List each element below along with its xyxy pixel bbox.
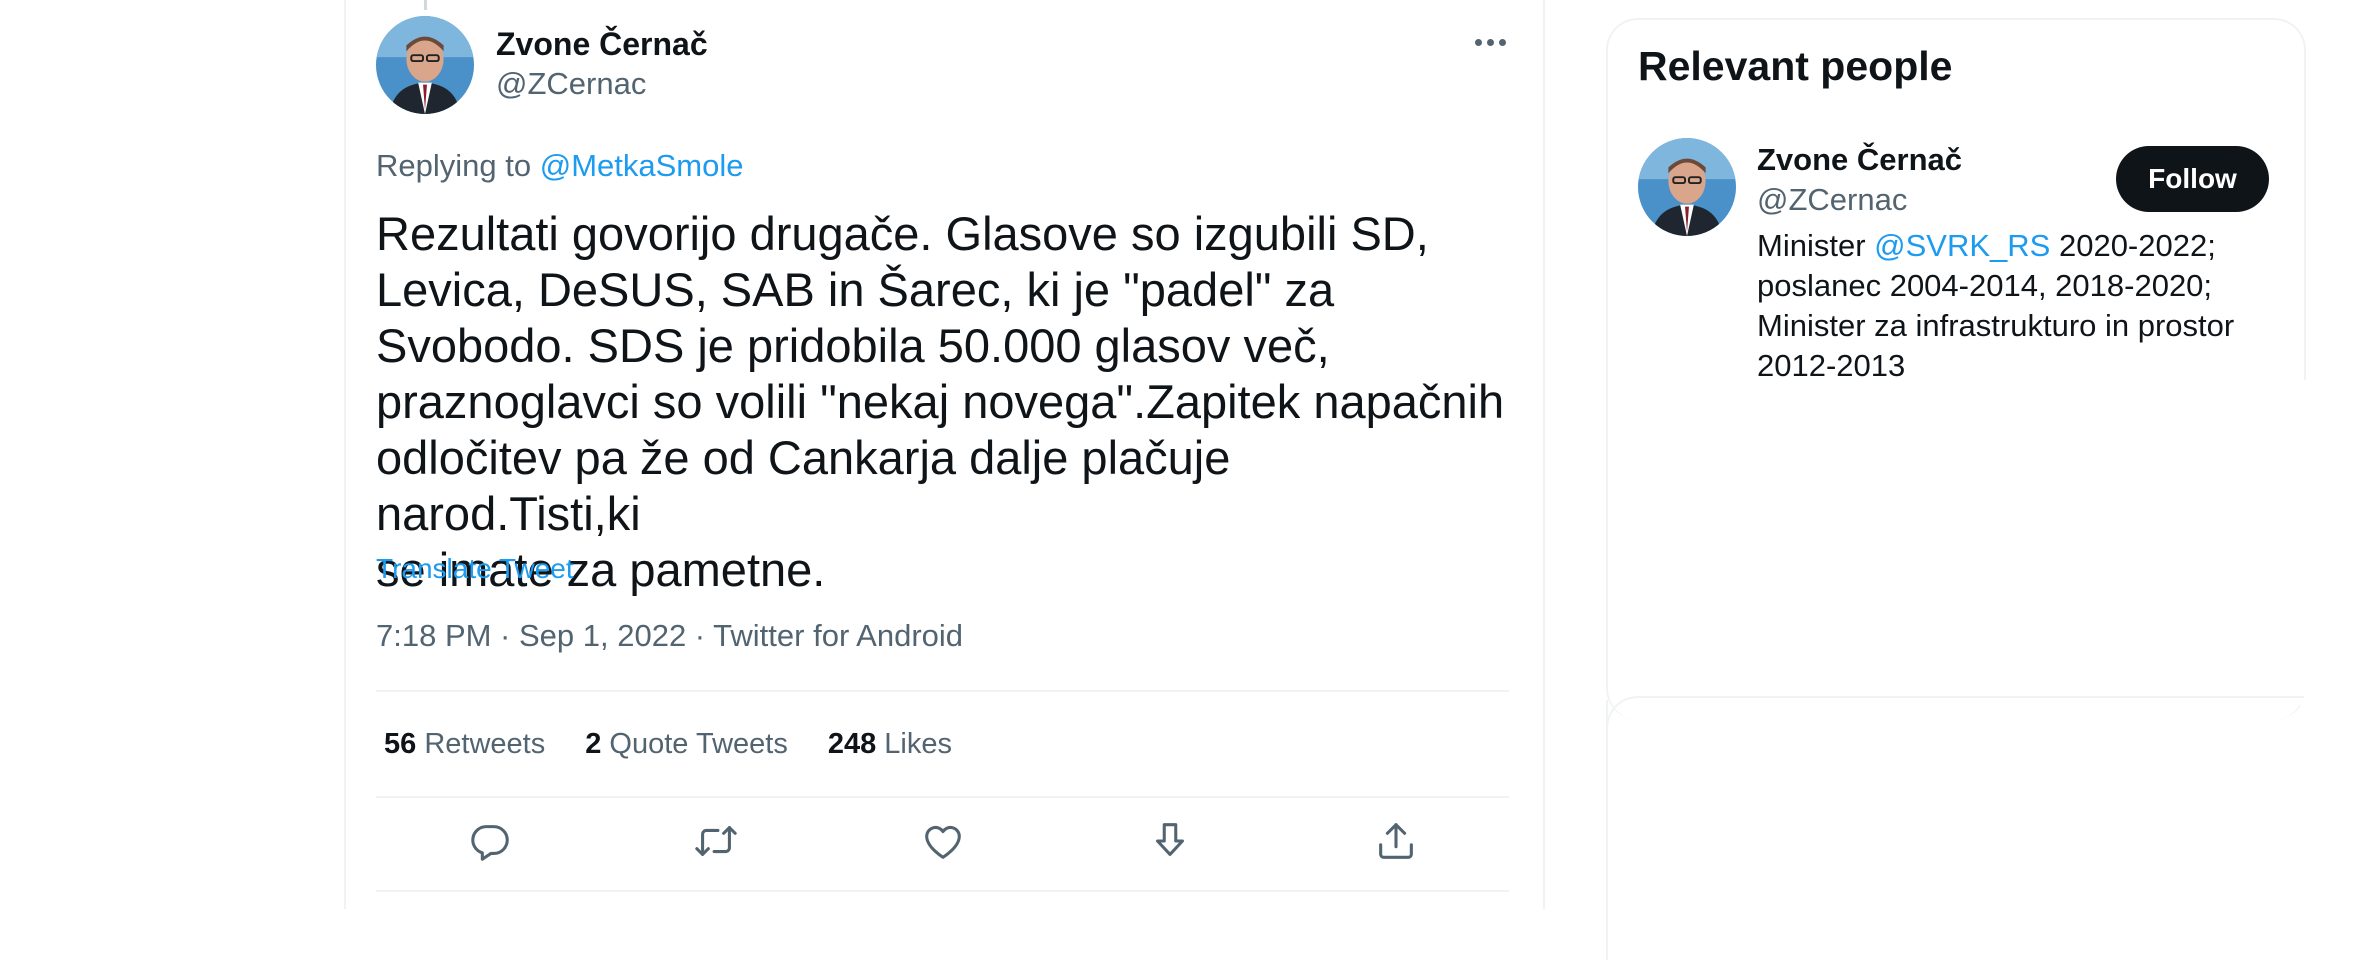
- replying-to-mention-link[interactable]: @MetkaSmole: [540, 148, 744, 183]
- retweets-count: 56: [384, 728, 417, 760]
- bio-mention-link[interactable]: @SVRK_RS: [1874, 228, 2050, 263]
- next-sidebar-card-body: [1606, 700, 2304, 960]
- quote-tweets-stat[interactable]: 2 Quote Tweets: [585, 724, 788, 764]
- replying-to-line: Replying to @MetkaSmole: [376, 146, 743, 186]
- replying-to-label: Replying to: [376, 148, 532, 183]
- reply-icon[interactable]: [467, 818, 513, 864]
- relevant-person-handle[interactable]: @ZCernac: [1757, 180, 1907, 220]
- translate-tweet-link[interactable]: Translate Tweet: [376, 551, 574, 587]
- download-icon[interactable]: [1147, 818, 1193, 864]
- bio-text-prefix: Minister: [1757, 228, 1866, 263]
- like-icon[interactable]: [920, 818, 966, 864]
- retweet-icon[interactable]: [693, 818, 739, 864]
- more-options-icon[interactable]: [1466, 22, 1514, 62]
- retweets-stat[interactable]: 56 Retweets: [384, 724, 545, 764]
- divider: [376, 890, 1509, 892]
- tweet-author-avatar[interactable]: [376, 16, 474, 114]
- timeline-right-border: [1543, 0, 1545, 909]
- retweets-label: Retweets: [424, 728, 546, 760]
- relevant-person-avatar[interactable]: [1638, 138, 1736, 236]
- likes-stat[interactable]: 248 Likes: [828, 724, 952, 764]
- tweet-timestamp[interactable]: 7:18 PM · Sep 1, 2022 · Twitter for Andr…: [376, 616, 963, 656]
- share-icon[interactable]: [1373, 818, 1419, 864]
- tweet-author-name[interactable]: Zvone Černač: [496, 24, 708, 64]
- relevant-person-bio: Minister @SVRK_RS 2020-2022; poslanec 20…: [1757, 226, 2277, 386]
- divider: [376, 690, 1509, 692]
- timeline-left-border: [344, 0, 346, 909]
- quote-tweets-count: 2: [585, 728, 602, 760]
- quote-tweets-label: Quote Tweets: [609, 728, 788, 760]
- thread-connector-line: [424, 0, 427, 10]
- tweet-text: Rezultati govorijo drugače. Glasove so i…: [376, 207, 1505, 596]
- tweet-stats: 56 Retweets 2 Quote Tweets 248 Likes: [384, 724, 992, 764]
- likes-count: 248: [827, 728, 877, 760]
- divider: [376, 796, 1509, 798]
- relevant-person-name[interactable]: Zvone Černač: [1757, 140, 1962, 180]
- likes-label: Likes: [884, 728, 952, 760]
- tweet-author-handle[interactable]: @ZCernac: [496, 64, 646, 104]
- relevant-people-title: Relevant people: [1638, 43, 1953, 89]
- follow-button[interactable]: Follow: [2116, 146, 2269, 212]
